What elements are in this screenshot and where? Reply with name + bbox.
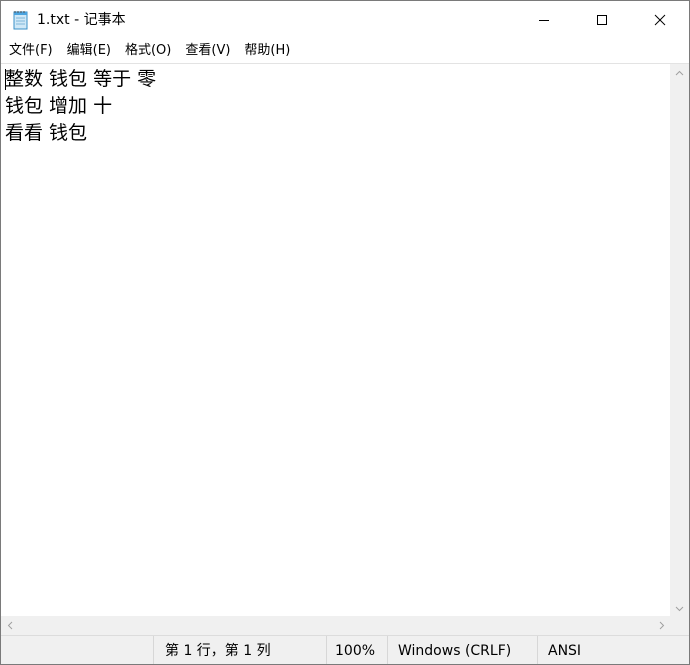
text-editor[interactable]: 整数 钱包 等于 零钱包 增加 十看看 钱包 xyxy=(1,63,670,617)
editor-line: 看看 钱包 xyxy=(5,122,88,144)
chevron-up-icon xyxy=(675,70,684,75)
status-line-ending: Windows (CRLF) xyxy=(387,636,537,664)
menu-view[interactable]: 查看(V) xyxy=(178,40,237,62)
status-zoom: 100% xyxy=(326,636,387,664)
maximize-icon xyxy=(597,15,607,25)
menu-bar: 文件(F) 编辑(E) 格式(O) 查看(V) 帮助(H) xyxy=(1,39,689,63)
scroll-down-button[interactable] xyxy=(670,600,689,617)
chevron-right-icon xyxy=(659,621,664,630)
menu-format[interactable]: 格式(O) xyxy=(118,40,178,62)
window-title: 1.txt - 记事本 xyxy=(37,12,126,28)
menu-help[interactable]: 帮助(H) xyxy=(237,40,297,62)
text-caret xyxy=(5,69,6,90)
title-bar[interactable]: 1.txt - 记事本 xyxy=(1,1,689,39)
scrollbar-corner xyxy=(670,616,689,635)
editor-line: 钱包 增加 十 xyxy=(5,95,113,117)
vertical-scrollbar[interactable] xyxy=(670,63,689,617)
close-button[interactable] xyxy=(631,1,689,39)
chevron-down-icon xyxy=(675,606,684,611)
notepad-window: 1.txt - 记事本 文件(F) 编辑(E) 格式(O) 查看(V) 帮助(H… xyxy=(0,0,690,665)
horizontal-scrollbar[interactable] xyxy=(1,616,670,635)
chevron-left-icon xyxy=(7,621,12,630)
scroll-left-button[interactable] xyxy=(1,616,18,635)
scroll-right-button[interactable] xyxy=(653,616,670,635)
status-encoding: ANSI xyxy=(537,636,689,664)
menu-edit[interactable]: 编辑(E) xyxy=(60,40,118,62)
notepad-icon xyxy=(13,11,28,30)
scroll-up-button[interactable] xyxy=(670,64,689,81)
menu-file[interactable]: 文件(F) xyxy=(1,40,60,62)
minimize-button[interactable] xyxy=(515,1,573,39)
minimize-icon xyxy=(539,20,549,21)
maximize-button[interactable] xyxy=(573,1,631,39)
status-cursor-position: 第 1 行，第 1 列 xyxy=(153,636,326,664)
close-icon xyxy=(654,14,666,26)
editor-content: 整数 钱包 等于 零钱包 增加 十看看 钱包 xyxy=(5,66,156,147)
status-bar: 第 1 行，第 1 列 100% Windows (CRLF) ANSI xyxy=(1,635,689,664)
editor-line: 整数 钱包 等于 零 xyxy=(5,68,157,90)
